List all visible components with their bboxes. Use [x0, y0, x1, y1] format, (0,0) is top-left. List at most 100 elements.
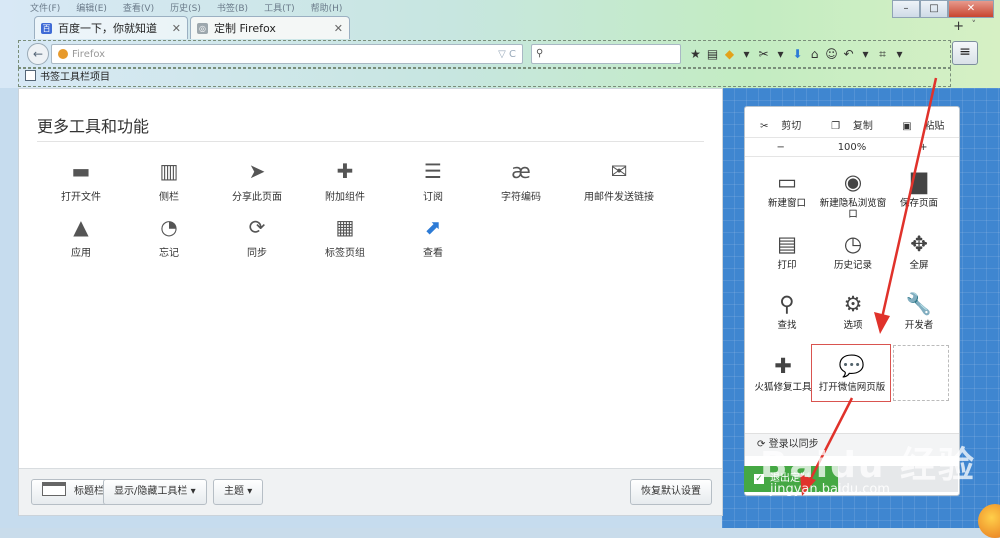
copy-label: 复制: [852, 120, 873, 132]
palette-item-subscribe[interactable]: ☰ 订阅: [393, 159, 473, 203]
item-label: 查看: [423, 248, 443, 259]
palette-item-email-link[interactable]: ✉ 用邮件发送链接: [569, 159, 669, 203]
palette-item-forget[interactable]: ◔ 忘记: [129, 215, 209, 259]
bottom-margin: [18, 514, 722, 528]
tab-customize-firefox[interactable]: ◎ 定制 Firefox ✕: [190, 16, 350, 39]
copy-button[interactable]: ❐ 复制: [816, 117, 887, 132]
item-label: 开发者: [904, 320, 934, 331]
divider: [37, 141, 704, 142]
panel-item-fullscreen[interactable]: ✥ 全屏: [885, 231, 953, 271]
cut-label: 剪切: [781, 120, 802, 132]
zoom-in-button[interactable]: +: [888, 142, 959, 153]
home-icon[interactable]: ⌂: [806, 47, 823, 62]
zoom-out-button[interactable]: −: [745, 142, 816, 153]
restore-defaults-button[interactable]: 恢复默认设置: [630, 479, 712, 505]
save-page-icon: ▇: [910, 170, 928, 194]
menu-tools[interactable]: 工具(T): [264, 1, 295, 14]
menu-edit[interactable]: 编辑(E): [76, 1, 107, 14]
palette-item-apps[interactable]: ▲ 应用: [41, 215, 121, 259]
bookmarks-toolbar-label[interactable]: 书签工具栏项目: [40, 72, 110, 83]
bookmark-star-icon[interactable]: ★: [687, 47, 704, 62]
menu-view[interactable]: 查看(V): [123, 1, 154, 14]
panel-item-new-window[interactable]: ▭ 新建窗口: [753, 169, 821, 209]
panel-item-repair-tool[interactable]: ✚ 火狐修复工具: [745, 353, 821, 393]
item-label: 附加组件: [325, 192, 365, 203]
sidebar-icon: ▥: [159, 159, 179, 183]
addon-icon[interactable]: ◆: [721, 47, 738, 62]
copy-icon: ❐: [831, 120, 841, 132]
clipboard-icon: ▣: [902, 120, 912, 132]
palette-item-tab-groups[interactable]: ▦ 标签页组: [305, 215, 385, 259]
zoom-reset-button[interactable]: 100%: [816, 142, 887, 153]
close-window-button[interactable]: ✕: [948, 0, 994, 18]
download-icon[interactable]: ⬇: [789, 47, 806, 62]
dropdown-icon[interactable]: ▾: [738, 47, 755, 62]
palette-item-encoding[interactable]: æ 字符编码: [481, 159, 561, 203]
panel-item-save-page[interactable]: ▇ 保存页面: [885, 169, 953, 209]
palette-item-view[interactable]: ⬈ 查看: [393, 215, 473, 259]
sync-icon: ⟳: [248, 215, 266, 239]
item-label: 标签页组: [325, 248, 365, 259]
palette-title: 更多工具和功能: [37, 117, 150, 136]
new-tab-button[interactable]: +: [953, 19, 964, 34]
titlebar-icon: [42, 482, 66, 496]
menu-help[interactable]: 帮助(H): [311, 1, 343, 14]
dropdown-icon[interactable]: ▾: [772, 47, 789, 62]
panel-item-developer[interactable]: 🔧 开发者: [885, 291, 953, 331]
url-placeholder: Firefox: [72, 48, 106, 60]
paste-label: 粘贴: [924, 120, 945, 132]
item-label: 全屏: [909, 260, 929, 271]
back-arrow-icon[interactable]: ←: [27, 43, 49, 65]
puzzle-icon: ✚: [336, 159, 354, 183]
search-icon: ⚲: [536, 48, 544, 59]
theme-dropdown[interactable]: 主题 ▾: [213, 479, 264, 505]
cut-button[interactable]: ✂ 剪切: [745, 117, 816, 132]
url-reload-icon[interactable]: ▽ C: [498, 49, 516, 60]
palette-item-open-file[interactable]: ▬ 打开文件: [41, 159, 121, 203]
paste-button[interactable]: ▣ 粘贴: [888, 117, 959, 132]
panel-item-print[interactable]: ▤ 打印: [753, 231, 821, 271]
toolbars-dropdown[interactable]: 显示/隐藏工具栏 ▾: [103, 479, 207, 505]
reading-list-icon[interactable]: ▤: [704, 47, 721, 62]
mask-icon: ◉: [843, 170, 863, 194]
minimize-button[interactable]: –: [892, 0, 920, 18]
menu-hamburger-icon[interactable]: ≡: [952, 41, 978, 65]
firefox-logo-icon: [978, 504, 1000, 538]
emoji-icon[interactable]: ☺: [823, 47, 840, 62]
tab-baidu[interactable]: 百 百度一下，你就知道 ✕: [34, 16, 188, 39]
menu-file[interactable]: 文件(F): [30, 1, 60, 14]
url-bar[interactable]: Firefox ▽ C: [51, 44, 523, 64]
crop-icon[interactable]: ⌗: [874, 47, 891, 62]
menu-bar: 文件(F) 编辑(E) 查看(V) 历史(S) 书签(B) 工具(T) 帮助(H…: [30, 1, 343, 14]
dropdown-icon[interactable]: ▾: [857, 47, 874, 62]
item-label: 分享此页面: [232, 192, 282, 203]
toolbox-icon: ✚: [774, 354, 792, 378]
toolbar-icons: ★ ▤ ◆ ▾ ✂ ▾ ⬇ ⌂ ☺ ↶ ▾ ⌗ ▾: [687, 47, 908, 62]
panel-item-private-window[interactable]: ◉ 新建隐私浏览窗口: [819, 169, 887, 220]
menu-bookmarks[interactable]: 书签(B): [217, 1, 248, 14]
undo-icon[interactable]: ↶: [840, 47, 857, 62]
panel-item-find[interactable]: ⚲ 查找: [753, 291, 821, 331]
palette-item-sidebar[interactable]: ▥ 侧栏: [129, 159, 209, 203]
tab-list-button[interactable]: ˅: [972, 20, 977, 30]
close-tab-icon[interactable]: ✕: [172, 22, 181, 35]
maximize-button[interactable]: □: [920, 0, 948, 18]
menu-history[interactable]: 历史(S): [170, 1, 201, 14]
close-tab-icon[interactable]: ✕: [334, 22, 343, 35]
watermark-url: jingyan.baidu.com: [770, 482, 890, 497]
dropdown-icon[interactable]: ▾: [891, 47, 908, 62]
search-input[interactable]: ⚲: [531, 44, 681, 64]
palette-item-share[interactable]: ➤ 分享此页面: [217, 159, 297, 203]
cursor-icon: ⬈: [424, 215, 442, 239]
palette-item-sync[interactable]: ⟳ 同步: [217, 215, 297, 259]
wrench-icon: 🔧: [905, 292, 933, 316]
panel-item-options[interactable]: ⚙ 选项: [819, 291, 887, 331]
palette-item-addons[interactable]: ✚ 附加组件: [305, 159, 385, 203]
share-icon: ➤: [248, 159, 266, 183]
item-label: 用邮件发送链接: [584, 192, 654, 203]
customize-palette: 更多工具和功能 ▬ 打开文件 ▥ 侧栏 ➤ 分享此页面 ✚ 附加组件 ☰ 订阅 …: [18, 88, 723, 516]
firefox-icon: [58, 49, 68, 59]
screenshot-icon[interactable]: ✂: [755, 47, 772, 62]
panel-item-history[interactable]: ◷ 历史记录: [819, 231, 887, 271]
item-label: 选项: [843, 320, 863, 331]
